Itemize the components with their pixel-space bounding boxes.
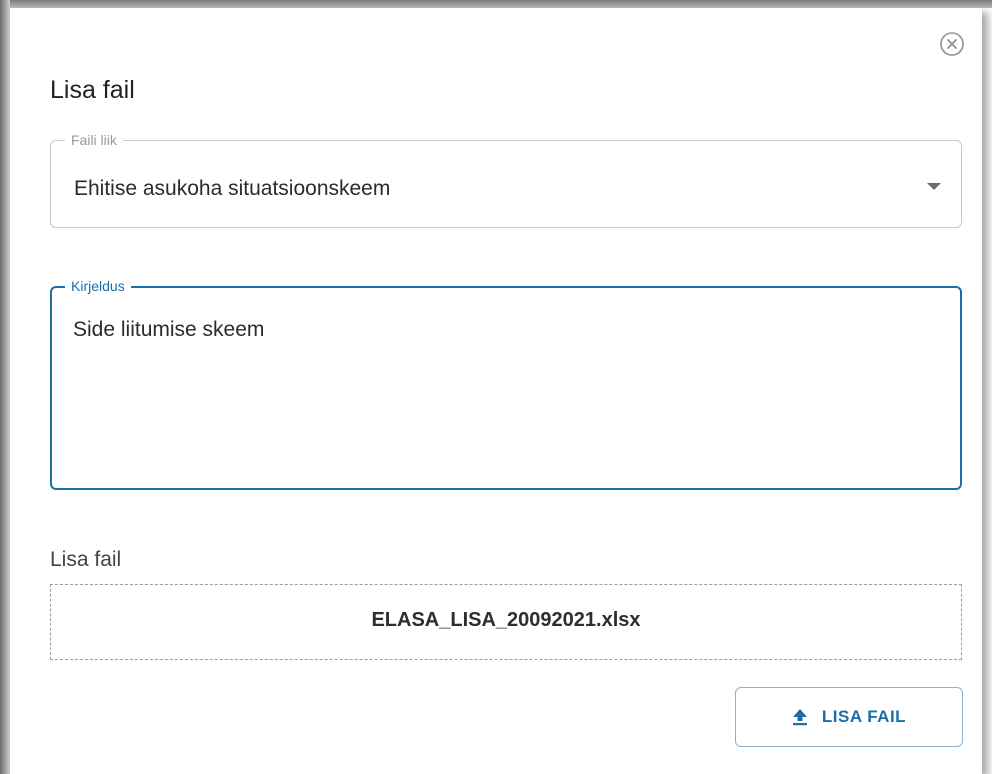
file-type-select[interactable]: Faili liik Ehitise asukoha situatsioonsk…	[50, 132, 962, 228]
description-value: Side liitumise skeem	[73, 318, 265, 341]
description-field[interactable]: Kirjeldus Side liitumise skeem	[50, 278, 962, 490]
selected-file-name: ELASA_LISA_20092021.xlsx	[371, 609, 641, 631]
file-type-label: Faili liik	[65, 132, 123, 148]
description-label: Kirjeldus	[65, 278, 131, 294]
caret-down-icon	[927, 183, 941, 190]
add-file-dialog: Lisa fail Faili liik Ehitise asukoha sit…	[10, 8, 982, 774]
dialog-title: Lisa fail	[50, 76, 135, 104]
close-icon[interactable]	[938, 30, 966, 58]
window-frame-top	[0, 0, 992, 8]
screen: Lisa fail Faili liik Ehitise asukoha sit…	[0, 0, 992, 774]
window-frame-left	[0, 0, 10, 774]
upload-icon	[792, 708, 808, 726]
file-drop-zone[interactable]: ELASA_LISA_20092021.xlsx	[50, 584, 962, 660]
attachment-label: Lisa fail	[50, 548, 122, 571]
add-file-button-label: LISA FAIL	[821, 707, 907, 726]
add-file-button[interactable]: LISA FAIL	[735, 687, 963, 747]
file-type-value: Ehitise asukoha situatsioonskeem	[74, 177, 391, 200]
